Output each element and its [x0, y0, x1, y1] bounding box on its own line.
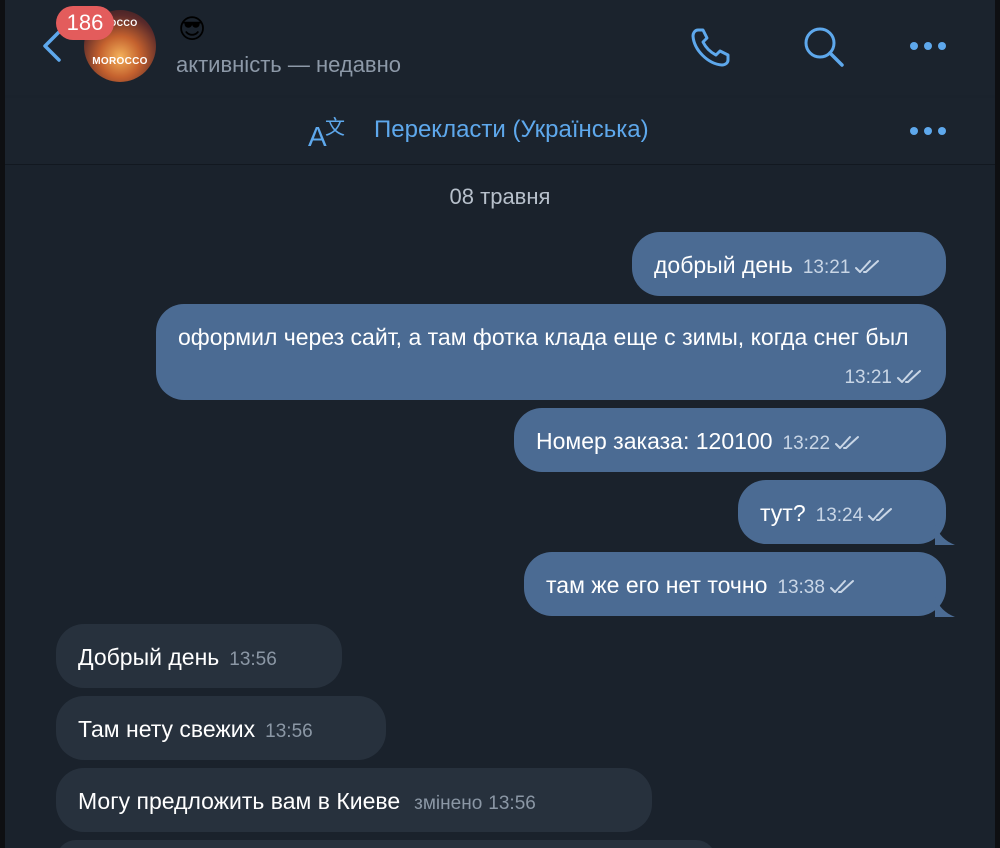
unread-badge: 186: [56, 6, 114, 40]
message-text: тут?: [760, 500, 806, 526]
message-bubble-outgoing[interactable]: там же его нет точно 13:38: [524, 552, 946, 616]
translate-icon: A 文: [308, 115, 345, 152]
double-check-icon: [835, 435, 860, 449]
phone-icon: [691, 28, 730, 67]
message-text: оформил через сайт, а там фотка клада ещ…: [178, 324, 909, 350]
chat-title-emoji: 😎: [178, 14, 207, 44]
double-check-icon: [855, 259, 880, 273]
message-time: 13:56: [488, 793, 536, 814]
message-text: Там нету свежих: [78, 716, 256, 742]
message-time: 13:38: [777, 577, 825, 598]
double-check-icon: [868, 507, 893, 521]
last-seen-status: активність — недавно: [176, 52, 402, 77]
message-bubble-incoming[interactable]: [56, 840, 716, 848]
search-icon: [804, 27, 844, 67]
message-text: добрый день: [654, 252, 793, 278]
more-button[interactable]: [908, 34, 948, 63]
translate-button-icon-wrap[interactable]: A 文: [306, 112, 350, 157]
message-text: Могу предложить вам в Киеве: [78, 788, 401, 814]
call-button[interactable]: [688, 24, 734, 75]
message-text: Добрый день: [78, 644, 220, 670]
message-bubble-incoming[interactable]: Могу предложить вам в Киеве змінено 13:56: [56, 768, 652, 832]
avatar-text-mid: MOROCCO: [92, 56, 148, 67]
svg-text:文: 文: [325, 115, 345, 139]
message-time: 13:22: [782, 433, 831, 454]
message-bubble-outgoing[interactable]: добрый день 13:21: [632, 232, 946, 296]
message-text: там же его нет точно: [546, 572, 768, 598]
double-check-icon: [897, 369, 921, 383]
message-bubble-incoming[interactable]: Добрый день 13:56: [56, 624, 342, 688]
more-horizontal-icon: [910, 42, 946, 50]
message-time: 13:21: [802, 257, 851, 278]
message-text: Номер заказа: 120100: [536, 428, 773, 454]
message-time: 13:56: [265, 721, 313, 742]
translate-label[interactable]: Перекласти (Українська): [374, 116, 649, 144]
message-time: 13:21: [844, 367, 892, 388]
date-separator: 08 травня: [449, 184, 551, 209]
message-time: 13:24: [815, 505, 864, 526]
bubble-tail: [935, 525, 955, 545]
search-button[interactable]: [801, 24, 847, 75]
bubble-tail: [935, 597, 955, 617]
more-horizontal-icon: [910, 127, 946, 135]
chat-header: ROCCO MOROCCO 186 😎 активність — недавно: [5, 0, 995, 95]
translate-bar: A 文 Перекласти (Українська): [5, 98, 995, 165]
edited-label: змінено: [414, 793, 483, 814]
message-bubble-outgoing[interactable]: Номер заказа: 120100 13:22: [514, 408, 946, 472]
message-bubble-outgoing[interactable]: тут? 13:24: [738, 480, 946, 544]
double-check-icon: [829, 579, 854, 593]
translate-more-button[interactable]: [908, 119, 948, 148]
message-time: 13:56: [229, 649, 277, 670]
chat-window: ROCCO MOROCCO 186 😎 активність — недавно: [5, 0, 995, 848]
message-bubble-incoming[interactable]: Там нету свежих 13:56: [56, 696, 386, 760]
message-bubble-outgoing[interactable]: оформил через сайт, а там фотка клада ещ…: [156, 304, 946, 400]
